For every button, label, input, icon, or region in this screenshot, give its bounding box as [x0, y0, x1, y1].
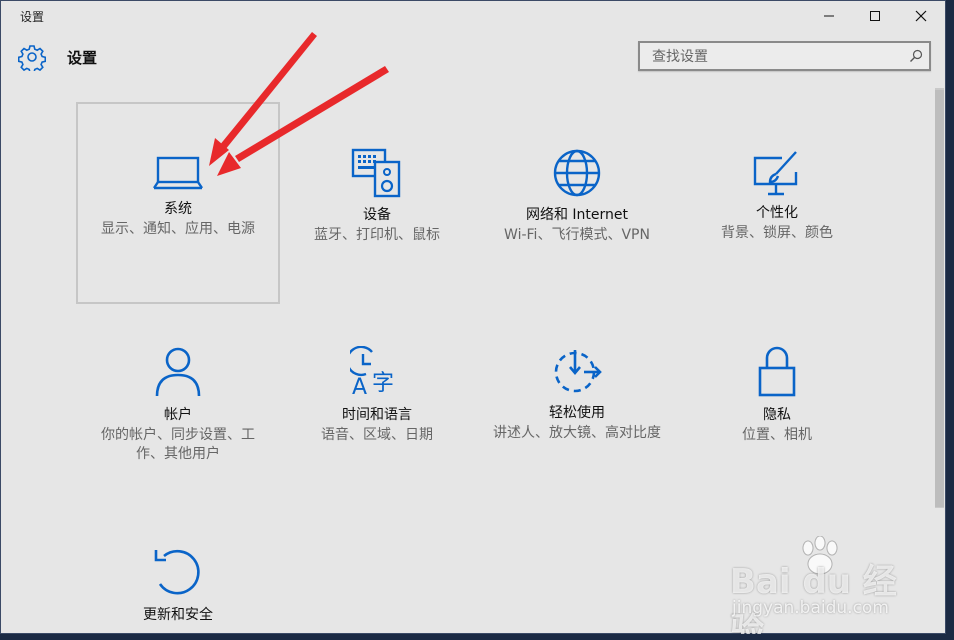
- tile-accounts[interactable]: 帐户 你的帐户、同步设置、工作、其他用户: [78, 346, 278, 464]
- tile-devices[interactable]: 设备 蓝牙、打印机、鼠标: [277, 104, 477, 245]
- tile-desc: 你的帐户、同步设置、工作、其他用户: [101, 427, 255, 462]
- paintbrush-icon: [753, 151, 798, 196]
- tile-desc: 讲述人、放大镜、高对比度: [493, 425, 661, 441]
- watermark: Bai du 经验 jingyan.baidu.com: [730, 536, 910, 634]
- tile-desc: 背景、锁屏、颜色: [721, 225, 833, 241]
- title-bar[interactable]: 设置: [0, 0, 946, 32]
- tile-update-security[interactable]: 更新和安全: [78, 546, 278, 626]
- tile-desc: 位置、相机: [742, 427, 812, 443]
- tile-desc: 语音、区域、日期: [321, 427, 433, 443]
- tile-desc: 显示、通知、应用、电源: [101, 221, 255, 237]
- window-title: 设置: [20, 10, 45, 24]
- tile-desc: 蓝牙、打印机、鼠标: [314, 227, 440, 243]
- settings-header: 设置: [0, 38, 946, 78]
- tile-name: 隐私: [763, 407, 791, 423]
- maximize-button[interactable]: [852, 0, 898, 32]
- paw-logo-icon: [802, 536, 838, 575]
- tile-desc: Wi-Fi、飞行模式、VPN: [504, 227, 650, 243]
- close-icon: [915, 10, 927, 22]
- minimize-icon: [824, 15, 834, 17]
- tile-network[interactable]: 网络和 Internet Wi-Fi、飞行模式、VPN: [477, 104, 677, 245]
- globe-icon: [553, 149, 601, 197]
- tile-time-language[interactable]: A 字 时间和语言 语音、区域、日期: [277, 346, 477, 445]
- scrollbar[interactable]: [934, 78, 946, 634]
- tile-name: 系统: [164, 201, 192, 217]
- tile-name: 轻松使用: [549, 405, 605, 421]
- search-box[interactable]: [638, 41, 931, 71]
- lock-icon: [758, 346, 796, 397]
- time-language-icon: A 字: [350, 346, 394, 398]
- tile-name: 更新和安全: [143, 607, 213, 623]
- tile-personalization[interactable]: 个性化 背景、锁屏、颜色: [677, 104, 877, 243]
- watermark-url: jingyan.baidu.com: [732, 598, 889, 618]
- search-input[interactable]: [650, 47, 904, 67]
- page-title: 设置: [67, 49, 98, 67]
- svg-text:A: A: [352, 375, 367, 398]
- ease-of-access-icon: [554, 350, 602, 393]
- close-button[interactable]: [898, 0, 944, 32]
- tile-name: 设备: [363, 207, 391, 223]
- tile-ease-of-access[interactable]: 轻松使用 讲述人、放大镜、高对比度: [477, 346, 677, 443]
- scroll-thumb[interactable]: [935, 90, 944, 507]
- watermark-brand: Bai du 经验: [730, 562, 897, 634]
- tile-name: 网络和 Internet: [525, 207, 629, 223]
- tile-privacy[interactable]: 隐私 位置、相机: [677, 346, 877, 445]
- svg-text:字: 字: [372, 371, 394, 396]
- tile-name: 帐户: [164, 407, 192, 423]
- laptop-icon: [153, 156, 203, 190]
- person-icon: [155, 347, 201, 397]
- devices-icon: [351, 148, 401, 198]
- search-icon[interactable]: [909, 49, 923, 63]
- gear-icon[interactable]: [18, 43, 46, 71]
- minimize-button[interactable]: [806, 0, 852, 32]
- tile-name: 时间和语言: [342, 407, 412, 423]
- maximize-icon: [870, 11, 880, 21]
- tile-name: 个性化: [756, 205, 798, 221]
- tile-system[interactable]: 系统 显示、通知、应用、电源: [76, 102, 280, 304]
- update-icon: [154, 549, 200, 595]
- settings-window: 设置 设置 查找设置 系统 显示、通知、应用、电源 设备 蓝牙、打印机、鼠标 网…: [0, 0, 946, 634]
